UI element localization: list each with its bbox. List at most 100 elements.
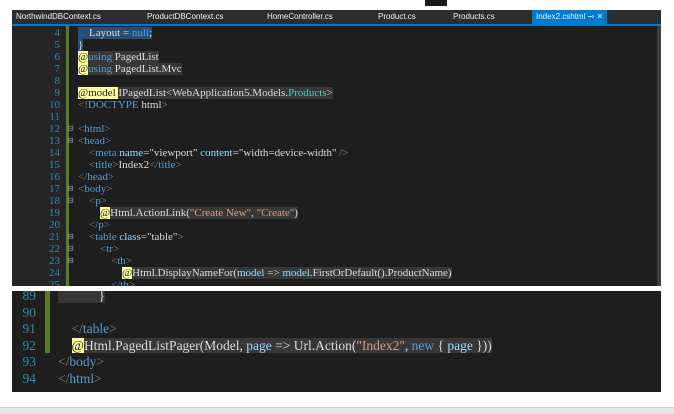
code-text: </body> — [58, 354, 104, 371]
tab-index2-cshtml[interactable]: Index2.cshtml ⊸ ✕ — [532, 10, 608, 24]
code-line[interactable]: 93 </body> — [12, 354, 661, 371]
code-text: </table> — [58, 321, 117, 338]
code-token: ="viewport" — [143, 147, 201, 159]
code-token: th — [117, 255, 126, 267]
code-line[interactable]: 12 ⊟ <html> — [12, 123, 661, 135]
code-token: "Index2" — [356, 337, 405, 353]
code-token: html — [141, 99, 162, 111]
code-line[interactable]: 20 </p> — [12, 219, 661, 231]
line-number: 10 — [49, 99, 60, 111]
code-token: content — [200, 147, 233, 159]
tab-northwind-db-context[interactable]: NorthwindDBContext.cs — [16, 12, 101, 21]
line-number: 92 — [22, 337, 37, 353]
code-token: > — [96, 354, 104, 369]
code-token: body — [69, 354, 97, 369]
tab-product[interactable]: Product.cs — [378, 12, 416, 21]
code-line[interactable]: 92 @Html.PagedListPager(Model, page => U… — [12, 337, 661, 355]
code-token: < — [78, 159, 96, 171]
code-token: table — [82, 321, 110, 336]
code-token: < — [78, 231, 96, 243]
vertical-scrollbar[interactable] — [657, 26, 661, 286]
code-line[interactable]: 89 } — [12, 291, 661, 305]
code-text: @model IPagedList<WebApplication5.Models… — [78, 87, 333, 99]
code-text: <meta name="viewport" content="width=dev… — [78, 147, 349, 159]
code-line[interactable]: 8 — [12, 75, 661, 87]
code-line[interactable]: 19 @Html.ActionLink("Create New", "Creat… — [12, 207, 661, 219]
code-text: <p> — [78, 195, 107, 207]
code-text: } — [78, 39, 84, 51]
fold-toggle-icon[interactable]: ⊟ — [68, 255, 73, 267]
code-token: @model — [78, 87, 119, 99]
code-token: DOCTYPE — [87, 99, 142, 111]
code-token: < — [78, 195, 96, 207]
code-text: <th> — [78, 255, 132, 267]
fold-toggle-icon[interactable]: ⊟ — [68, 123, 73, 135]
code-line[interactable]: 9 @model IPagedList<WebApplication5.Model… — [12, 87, 661, 99]
code-token: /> — [339, 147, 349, 159]
line-number: 22 — [49, 243, 60, 255]
code-token: < — [78, 243, 107, 255]
code-text: <body> — [78, 183, 112, 195]
line-number: 14 — [49, 147, 60, 159]
code-line[interactable]: 16 </head> — [12, 171, 661, 183]
code-token: => — [264, 267, 283, 279]
fold-toggle-icon[interactable]: ⊟ — [68, 243, 73, 255]
code-token: > — [104, 135, 112, 147]
code-line[interactable]: 90 — [12, 305, 661, 322]
editor-panel-top: NorthwindDBContext.cs ProductDBContext.c… — [12, 10, 661, 286]
code-line[interactable]: 10 <!DOCTYPE html> — [12, 99, 661, 111]
code-token: Html.ActionLink( — [110, 207, 190, 219]
tab-products[interactable]: Products.cs — [453, 12, 495, 21]
code-line[interactable]: 15 <title>Index2</title> — [12, 159, 661, 171]
code-text: <head> — [78, 135, 111, 147]
line-number: 6 — [54, 51, 61, 63]
code-token: html — [69, 370, 95, 386]
code-line[interactable]: 17 ⊟ <body> — [12, 183, 661, 195]
code-line[interactable]: 5} — [12, 39, 661, 51]
fold-toggle-icon[interactable]: ⊟ — [68, 231, 73, 243]
code-token: } — [58, 291, 105, 303]
document-tabs: NorthwindDBContext.cs ProductDBContext.c… — [12, 10, 661, 26]
editor-panel-bottom: 89 } 90 91 </table> 92 @Html.PagedListPager… — [12, 291, 661, 392]
code-token: body — [84, 183, 107, 195]
code-line[interactable]: 24 @Html.DisplayNameFor(model => model.F… — [12, 267, 661, 279]
line-number: 93 — [22, 354, 37, 369]
fold-toggle-icon[interactable]: ⊟ — [68, 195, 73, 207]
code-line[interactable]: 22 ⊟ <tr> — [12, 243, 661, 255]
line-number: 13 — [49, 135, 60, 147]
line-number: 12 — [49, 123, 60, 135]
tab-home-controller[interactable]: HomeController.cs — [267, 12, 333, 21]
code-token: > — [103, 219, 110, 231]
code-line[interactable]: 6 @using PagedList — [12, 51, 661, 63]
code-line[interactable]: 23 ⊟ <th> — [12, 255, 661, 267]
code-line[interactable]: 18 ⊟ <p> — [12, 195, 661, 207]
code-token: > — [106, 183, 113, 195]
code-line[interactable]: 13 ⊟ <head> — [12, 135, 661, 147]
code-token: @ — [71, 337, 84, 353]
line-number: 23 — [49, 255, 60, 267]
tab-product-db-context[interactable]: ProductDBContext.cs — [147, 12, 223, 21]
code-token: Products — [288, 87, 327, 99]
code-text: </p> — [78, 219, 110, 231]
code-text: @using PagedList.Mvc — [78, 63, 182, 75]
code-text: <title>Index2</title> — [78, 159, 182, 171]
code-token: Html.DisplayNameFor( — [132, 267, 237, 279]
code-token: class — [119, 231, 141, 243]
code-line[interactable]: 21 ⊟ <table class="table"> — [12, 231, 661, 243]
code-line[interactable]: 7 @using PagedList.Mvc — [12, 63, 661, 75]
code-line[interactable]: 4 Layout = null; — [12, 27, 661, 39]
code-line[interactable]: 91 </table> — [12, 321, 661, 338]
code-line[interactable]: 94 </html> — [12, 371, 661, 388]
code-line[interactable]: 11 — [12, 111, 661, 123]
code-line[interactable]: 14 <meta name="viewport" content="width=… — [12, 147, 661, 159]
line-number: 94 — [22, 370, 37, 386]
code-line[interactable]: 25 </th> — [12, 279, 661, 286]
code-token: @ — [78, 51, 89, 63]
fold-toggle-icon[interactable]: ⊟ — [68, 183, 73, 195]
code-token: ="table" — [140, 231, 178, 243]
code-text: Layout = null; — [78, 27, 153, 39]
code-text: <html> — [78, 123, 111, 135]
fold-toggle-icon[interactable]: ⊟ — [68, 135, 73, 147]
code-text: </th> — [78, 279, 135, 286]
code-token: @ — [78, 63, 89, 75]
